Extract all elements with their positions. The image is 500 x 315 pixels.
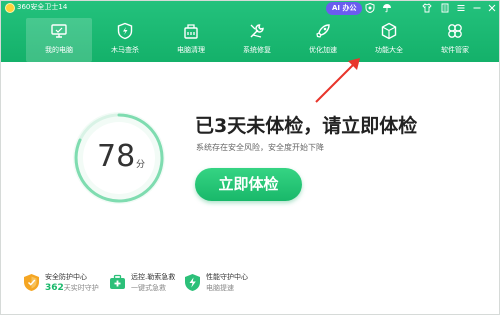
cube-icon: [380, 22, 398, 40]
shirt-icon[interactable]: [422, 3, 432, 13]
nav-label: 我的电脑: [45, 46, 73, 54]
app-title: 360安全卫士14: [17, 3, 68, 11]
feature-subtitle-text: 天实时守护: [63, 284, 99, 292]
annotation-arrow: [315, 58, 360, 103]
protection-days-count: 362: [45, 283, 64, 293]
feature-security-center[interactable]: 安全防护中心 362天实时守护: [22, 271, 112, 297]
feature-subtitle: 362天实时守护: [45, 284, 99, 293]
shield-lightning-icon: [116, 22, 134, 40]
settings-icon[interactable]: [440, 3, 450, 13]
health-score-ring: 78 分: [71, 110, 167, 206]
rocket-icon: [314, 22, 332, 40]
health-score-unit: 分: [136, 160, 146, 170]
checkup-subline: 系统存在安全风险，安全度开始下降: [196, 143, 324, 152]
minimize-icon[interactable]: [472, 3, 482, 13]
close-icon[interactable]: [487, 3, 497, 13]
header-bar: 360安全卫士14 AI 办公 我的电脑 木马查杀 电脑清理 系统修复 优化加速…: [0, 0, 500, 62]
checkup-headline: 已3天未体检，请立即体检: [195, 115, 418, 137]
nav-label: 电脑清理: [177, 46, 205, 54]
nav-label: 软件管家: [441, 46, 469, 54]
health-score-value: 78: [97, 139, 136, 174]
title-bar: 360安全卫士14 AI 办公: [0, 0, 500, 16]
nav-software-manager[interactable]: 软件管家: [422, 18, 488, 62]
clover-icon: [446, 22, 464, 40]
ai-office-button[interactable]: AI 办公: [326, 2, 363, 15]
feature-title: 远控.勒索急救: [131, 273, 176, 281]
app-logo-icon: [5, 3, 15, 13]
shield-orange-icon: [22, 273, 41, 292]
nav-my-computer[interactable]: 我的电脑: [26, 18, 92, 62]
checkup-now-button[interactable]: 立即体检: [195, 168, 302, 201]
performance-shield-icon: [183, 273, 202, 292]
feature-subtitle: 电脑提速: [206, 284, 234, 292]
menu-icon[interactable]: [456, 3, 466, 13]
feature-subtitle: 一键式急救: [131, 284, 166, 292]
umbrella-icon[interactable]: [382, 3, 392, 13]
feature-title: 安全防护中心: [45, 273, 87, 281]
nav-trojan-scan[interactable]: 木马查杀: [92, 18, 158, 62]
broom-icon: [182, 22, 200, 40]
shield-check-icon[interactable]: [365, 3, 375, 13]
wrench-icon: [248, 22, 266, 40]
feature-title: 性能守护中心: [206, 273, 248, 281]
nav-label: 木马查杀: [111, 46, 139, 54]
nav-system-repair[interactable]: 系统修复: [224, 18, 290, 62]
rescue-kit-icon: [108, 273, 127, 292]
main-nav: 我的电脑 木马查杀 电脑清理 系统修复 优化加速 功能大全 软件管家: [16, 18, 500, 62]
nav-pc-cleanup[interactable]: 电脑清理: [158, 18, 224, 62]
nav-label: 系统修复: [243, 46, 271, 54]
monitor-icon: [50, 22, 68, 40]
feature-performance-center[interactable]: 性能守护中心 电脑提速: [183, 271, 273, 297]
